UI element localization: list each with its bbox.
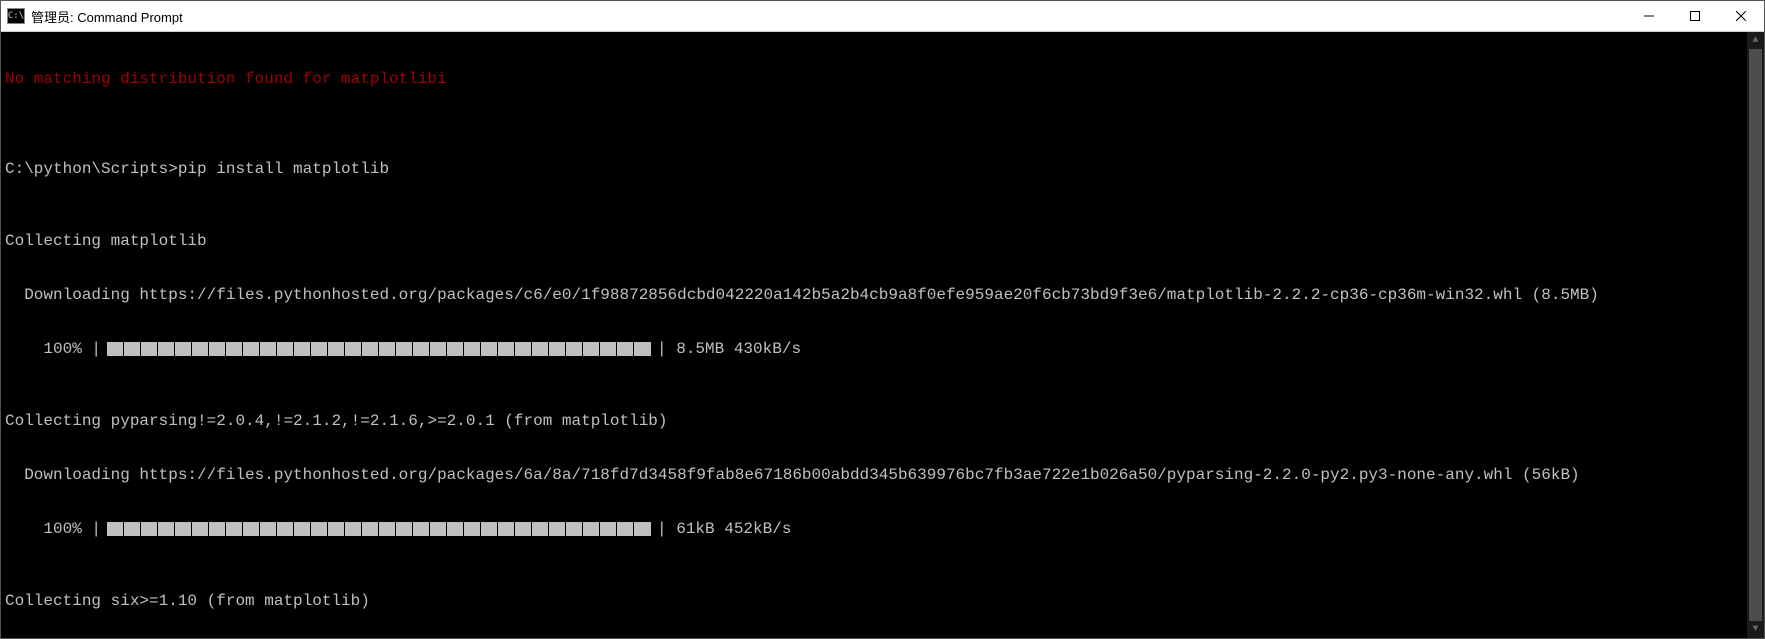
minimize-icon [1644,11,1654,21]
progress-percent: 100% | [5,340,101,358]
title-left: C:\ 管理员: Command Prompt [1,7,183,26]
vertical-scrollbar[interactable]: ▲ ▼ [1747,32,1764,638]
progress-bar [107,342,651,356]
progress-rate: | 8.5MB 430kB/s [657,340,801,358]
close-button[interactable] [1718,1,1764,31]
progress-bar-line: 100% | | 8.5MB 430kB/s [5,340,1760,358]
output-line: Collecting matplotlib [5,232,1760,250]
progress-rate: | 61kB 452kB/s [657,520,791,538]
output-line: Collecting pyparsing!=2.0.4,!=2.1.2,!=2.… [5,412,1760,430]
progress-bar-line: 100% | | 61kB 452kB/s [5,520,1760,538]
error-line: No matching distribution found for matpl… [5,70,1760,88]
progress-percent: 100% | [5,520,101,538]
scroll-down-button[interactable]: ▼ [1747,621,1764,638]
cmd-icon: C:\ [7,8,25,24]
prompt-line: C:\python\Scripts>pip install matplotlib [5,160,1760,178]
window-title: 管理员: Command Prompt [31,7,183,26]
title-bar[interactable]: C:\ 管理员: Command Prompt [1,1,1764,32]
maximize-icon [1690,11,1700,21]
minimize-button[interactable] [1626,1,1672,31]
output-line: Collecting six>=1.10 (from matplotlib) [5,592,1760,610]
close-icon [1736,11,1746,21]
terminal-output[interactable]: No matching distribution found for matpl… [1,32,1764,638]
output-line: Downloading https://files.pythonhosted.o… [5,286,1760,304]
output-line: Downloading https://files.pythonhosted.o… [5,466,1760,484]
progress-bar [107,522,651,536]
scroll-thumb[interactable] [1749,49,1762,621]
command-prompt-window: C:\ 管理员: Command Prompt No matching dist… [0,0,1765,639]
scroll-up-button[interactable]: ▲ [1747,32,1764,49]
window-controls [1626,1,1764,31]
maximize-button[interactable] [1672,1,1718,31]
